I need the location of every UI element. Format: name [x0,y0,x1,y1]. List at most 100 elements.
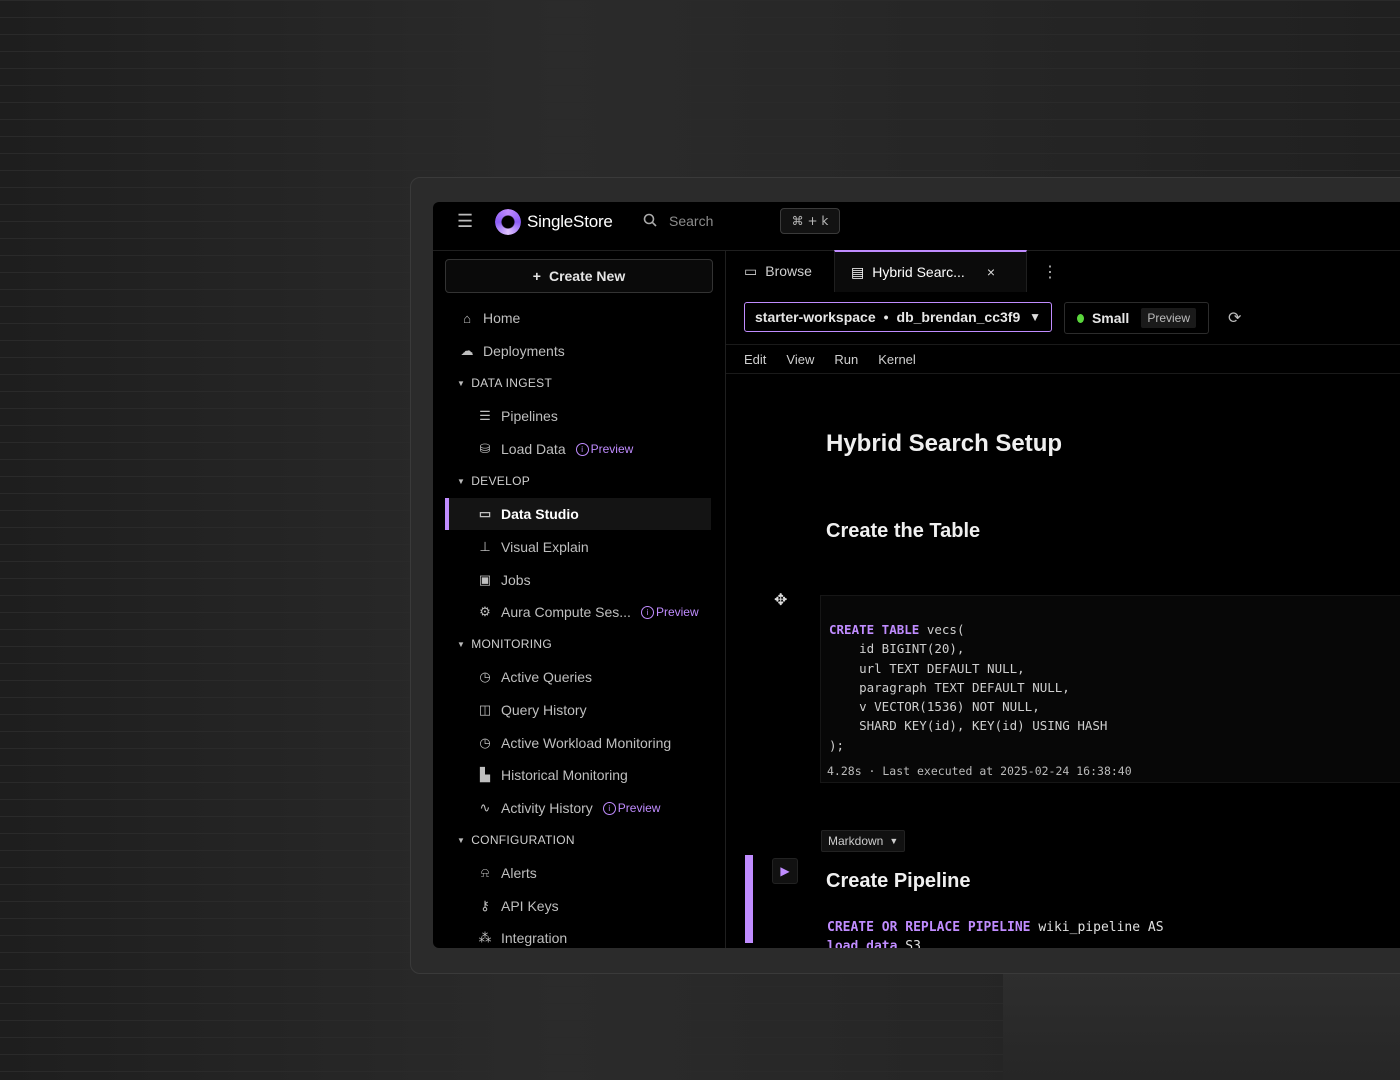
caret-down-icon: ▼ [457,378,466,388]
sidebar-item-active-workload[interactable]: ◷ Active Workload Monitoring [445,727,711,759]
history-icon: ◫ [478,702,492,717]
sidebar-item-integration[interactable]: ⁂ Integration [445,922,711,948]
preview-badge: Preview [1141,308,1196,328]
caret-down-icon: ▼ [457,639,466,649]
search-icon [643,213,663,230]
sidebar-item-alerts[interactable]: ⍾ Alerts [445,857,711,889]
gear-icon: ⚙ [479,604,491,619]
sidebar-item-label: Query History [501,702,587,718]
sidebar-item-label: API Keys [501,898,559,914]
menu-view[interactable]: View [786,352,814,367]
sql-code-cell[interactable]: CREATE TABLE vecs( id BIGINT(20), url TE… [820,595,1400,783]
home-icon: ⌂ [463,310,471,326]
sidebar-item-label: Data Studio [501,506,579,522]
sidebar-item-label: Deployments [483,343,565,359]
workspace-database-select[interactable]: starter-workspace • db_brendan_cc3f9 ▼ [744,302,1052,332]
database-name: db_brendan_cc3f9 [896,309,1021,325]
database-icon: ⛁ [479,441,491,456]
sidebar-item-label: Integration [501,930,568,946]
notebook-icon: ▤ [851,263,865,280]
search-bar[interactable]: Search ⌘ + k [643,208,841,234]
chevron-down-icon: ▼ [889,836,899,846]
activity-icon: ∿ [479,800,491,815]
status-dot-icon [1077,313,1084,323]
sidebar-item-label: Alerts [501,865,537,881]
sidebar-item-pipelines[interactable]: ☰ Pipelines [445,400,711,432]
refresh-icon[interactable]: ⟳ [1228,308,1241,328]
section-heading-create-pipeline: Create Pipeline [826,870,971,892]
section-title: MONITORING [471,637,552,651]
drag-handle-icon[interactable]: ✥ [774,590,787,610]
sidebar-item-label: Active Queries [501,669,593,685]
chevron-down-icon: ▼ [1029,310,1041,324]
menu-run[interactable]: Run [834,352,858,367]
compute-size-selector[interactable]: Small Preview [1064,302,1209,334]
sidebar-item-label: Active Workload Monitoring [501,735,672,751]
run-cell-button[interactable]: ▶ [772,858,798,884]
sidebar-item-jobs[interactable]: ▣ Jobs [445,564,711,596]
compute-size-label: Small [1091,310,1130,326]
top-bar: ☰ SingleStore Search ⌘ + k [433,202,1400,251]
cloud-icon: ☁ [460,343,474,358]
sidebar-item-label: Load Data [501,441,566,457]
pipelines-icon: ☰ [479,408,491,423]
workspace-name: starter-workspace [755,309,876,325]
active-cell-indicator [745,855,753,943]
sql-code: CREATE TABLE vecs( id BIGINT(20), url TE… [829,622,1108,753]
menu-kernel[interactable]: Kernel [878,352,916,367]
cell-type-select[interactable]: Markdown ▼ [821,830,906,852]
sidebar-item-label: Activity History [501,800,593,816]
browse-icon: ▭ [744,262,758,279]
menu-edit[interactable]: Edit [744,352,766,367]
execution-status: 4.28s · Last executed at 2025-02-24 16:3… [827,764,1132,778]
separator-dot: • [883,309,889,325]
background-floor [1003,970,1400,1080]
sidebar-item-label: Visual Explain [501,539,589,555]
clock-icon: ◷ [479,735,491,750]
section-data-ingest[interactable]: ▼ DATA INGEST [457,376,552,390]
cell-type-label: Markdown [828,834,884,848]
search-input[interactable]: Search [669,213,713,229]
sidebar-item-label: Home [483,310,521,326]
sidebar-item-historical-monitoring[interactable]: ▙ Historical Monitoring [445,759,711,791]
tab-browse[interactable]: ▭ Browse [744,250,812,292]
sidebar-item-data-studio[interactable]: ▭ Data Studio [445,498,711,530]
sidebar-item-api-keys[interactable]: ⚷ API Keys [445,890,711,922]
integration-icon: ⁂ [478,930,492,945]
brand-name: SingleStore [527,212,613,231]
section-heading-create-table: Create the Table [826,520,981,542]
sidebar-item-aura-compute[interactable]: ⚙ Aura Compute Ses... i Preview [445,596,711,628]
close-icon[interactable]: × [987,264,995,280]
sidebar-item-visual-explain[interactable]: ⊥ Visual Explain [445,531,711,563]
section-develop[interactable]: ▼ DEVELOP [457,474,530,488]
sidebar-item-load-data[interactable]: ⛁ Load Data i Preview [445,433,711,465]
plus-icon: + [532,268,541,284]
hierarchy-icon: ⊥ [479,539,491,554]
create-new-button[interactable]: + Create New [445,259,713,293]
hamburger-menu-icon[interactable]: ☰ [457,212,475,230]
sidebar-item-query-history[interactable]: ◫ Query History [445,694,711,726]
sidebar-item-deployments[interactable]: ☁ Deployments [445,335,711,367]
sidebar-item-home[interactable]: ⌂ Home [445,302,711,334]
jobs-icon: ▣ [478,572,492,587]
notebook-menu-bar: Edit View Run Kernel [726,344,1400,374]
sidebar-item-activity-history[interactable]: ∿ Activity History i Preview [445,792,711,824]
preview-badge: i Preview [640,605,699,619]
section-configuration[interactable]: ▼ CONFIGURATION [457,833,575,847]
section-monitoring[interactable]: ▼ MONITORING [457,637,552,651]
tab-hybrid-search[interactable]: ▤ Hybrid Searc... × [834,250,1027,292]
pipeline-code[interactable]: CREATE OR REPLACE PIPELINE wiki_pipeline… [827,918,1164,948]
bar-chart-icon: ▙ [480,767,490,782]
more-options-icon[interactable]: ⋮ [1041,262,1059,282]
logo[interactable]: SingleStore [495,209,613,235]
app-window: ☰ SingleStore Search ⌘ + k + Create New … [433,202,1400,948]
bell-icon: ⍾ [480,865,490,880]
caret-down-icon: ▼ [457,476,466,486]
sidebar-item-label: Historical Monitoring [501,767,628,783]
info-icon: i [575,442,589,456]
info-icon: i [640,605,654,619]
sidebar-item-active-queries[interactable]: ◷ Active Queries [445,661,711,693]
notebook-title: Hybrid Search Setup [826,430,1063,457]
preview-badge: i Preview [575,442,633,456]
keyboard-shortcut-badge: ⌘ + k [780,208,840,234]
